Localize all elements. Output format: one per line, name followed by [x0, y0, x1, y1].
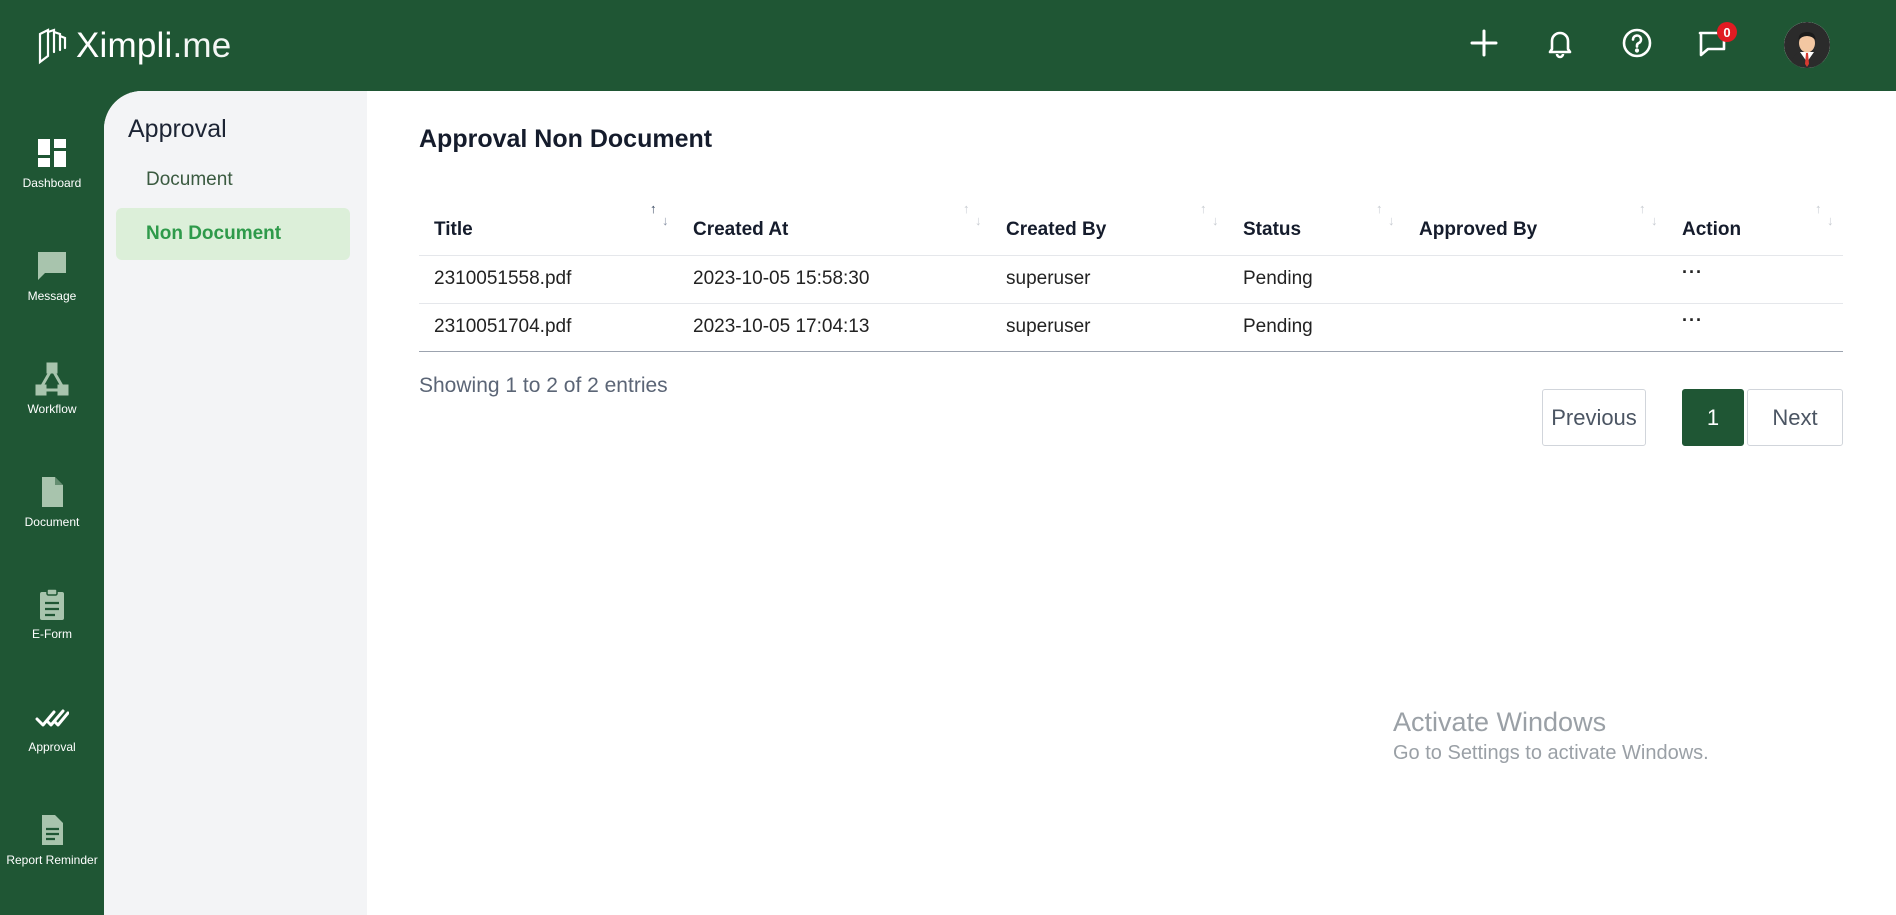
- table-row: 2310051704.pdf 2023-10-05 17:04:13 super…: [419, 303, 1843, 352]
- cell-title: 2310051704.pdf: [419, 303, 678, 352]
- logo-icon: [38, 28, 67, 65]
- app-logo[interactable]: Ximpli.me: [34, 26, 231, 66]
- logo-text: Ximpli.me: [76, 26, 231, 66]
- cell-action: ···: [1667, 303, 1843, 352]
- watermark-title: Activate Windows: [1393, 707, 1607, 737]
- report-icon: [42, 815, 63, 845]
- rail-item-eform[interactable]: E-Form: [0, 587, 104, 667]
- column-header-status[interactable]: Status ↑ ↓: [1228, 193, 1404, 256]
- sort-icon: ↑ ↓: [650, 201, 669, 228]
- subnav-item-document[interactable]: Document: [116, 154, 350, 206]
- rail-item-dashboard[interactable]: Dashboard: [0, 136, 104, 216]
- rail-label: Dashboard: [22, 176, 82, 190]
- message-count-badge: 0: [1717, 22, 1737, 42]
- column-header-created-at[interactable]: Created At ↑ ↓: [678, 193, 991, 256]
- plus-icon[interactable]: [1465, 24, 1503, 62]
- chat-icon[interactable]: 0: [1693, 22, 1737, 62]
- left-rail: Dashboard Message Workflow Document E-Fo…: [0, 91, 104, 915]
- cell-approved-by: [1404, 255, 1667, 304]
- rail-label: Workflow: [27, 402, 77, 416]
- more-actions-button[interactable]: ···: [1682, 310, 1703, 330]
- next-button[interactable]: Next: [1747, 389, 1843, 446]
- cell-status: Pending: [1228, 255, 1404, 304]
- rail-label: Message: [27, 289, 77, 303]
- cell-approved-by: [1404, 303, 1667, 352]
- help-icon[interactable]: [1618, 24, 1656, 62]
- content-panel: Approval Document Non Document Approval …: [104, 91, 1896, 915]
- dashboard-icon: [38, 139, 66, 167]
- rail-label: Approval: [28, 740, 76, 754]
- sort-icon: ↑ ↓: [1639, 201, 1658, 228]
- approval-table: Title ↑ ↓ Created At ↑ ↓ Created By ↑ ↓ Sta…: [419, 193, 1843, 352]
- windows-activation-watermark: Activate Windows Go to Settings to activ…: [1393, 707, 1709, 765]
- message-icon: [38, 252, 66, 280]
- logo-suffix: .me: [172, 26, 232, 65]
- watermark-subtitle: Go to Settings to activate Windows.: [1393, 742, 1709, 764]
- column-header-title[interactable]: Title ↑ ↓: [419, 193, 678, 256]
- top-bar: Ximpli.me 0: [0, 0, 1896, 91]
- sort-icon: ↑ ↓: [1815, 201, 1834, 228]
- previous-button[interactable]: Previous: [1542, 389, 1646, 446]
- column-label: Approved By: [1419, 218, 1538, 240]
- bell-icon[interactable]: [1541, 24, 1579, 62]
- cell-created-at: 2023-10-05 15:58:30: [678, 255, 991, 304]
- column-label: Created By: [1006, 218, 1107, 240]
- page-1-button[interactable]: 1: [1682, 389, 1744, 446]
- logo-name: Ximpli: [76, 26, 173, 65]
- rail-item-approval[interactable]: Approval: [0, 700, 104, 780]
- subnav-title: Approval: [128, 115, 227, 143]
- rail-item-workflow[interactable]: Workflow: [0, 362, 104, 442]
- document-icon: [42, 477, 63, 507]
- cell-created-by: superuser: [991, 255, 1228, 304]
- column-label: Created At: [693, 218, 789, 240]
- rail-label: Report Reminder: [6, 853, 98, 867]
- sort-icon: ↑ ↓: [963, 201, 982, 228]
- table-row: 2310051558.pdf 2023-10-05 15:58:30 super…: [419, 255, 1843, 304]
- cell-created-by: superuser: [991, 303, 1228, 352]
- cell-status: Pending: [1228, 303, 1404, 352]
- rail-label: Document: [24, 515, 80, 529]
- sort-icon: ↑ ↓: [1376, 201, 1395, 228]
- approval-subnav: Approval Document Non Document: [104, 91, 367, 915]
- cell-created-at: 2023-10-05 17:04:13: [678, 303, 991, 352]
- column-label: Status: [1243, 218, 1302, 240]
- column-header-action[interactable]: Action ↑ ↓: [1667, 193, 1843, 256]
- column-header-created-by[interactable]: Created By ↑ ↓: [991, 193, 1228, 256]
- entries-info: Showing 1 to 2 of 2 entries: [419, 374, 668, 397]
- avatar[interactable]: [1784, 22, 1830, 68]
- rail-item-message[interactable]: Message: [0, 249, 104, 329]
- rail-item-document[interactable]: Document: [0, 475, 104, 555]
- cell-title: 2310051558.pdf: [419, 255, 678, 304]
- column-header-approved-by[interactable]: Approved By ↑ ↓: [1404, 193, 1667, 256]
- page-title: Approval Non Document: [419, 125, 713, 153]
- rail-item-report-reminder[interactable]: Report Reminder: [0, 813, 104, 893]
- column-label: Action: [1682, 218, 1742, 240]
- clipboard-icon: [40, 588, 64, 620]
- more-actions-button[interactable]: ···: [1682, 262, 1703, 282]
- workflow-icon: [35, 362, 69, 396]
- rail-label: E-Form: [32, 627, 72, 641]
- column-label: Title: [434, 218, 473, 240]
- table-header-row: Title ↑ ↓ Created At ↑ ↓ Created By ↑ ↓ Sta…: [419, 193, 1843, 256]
- double-check-icon: [35, 709, 69, 727]
- sort-icon: ↑ ↓: [1200, 201, 1219, 228]
- cell-action: ···: [1667, 255, 1843, 304]
- subnav-item-non-document[interactable]: Non Document: [116, 208, 350, 260]
